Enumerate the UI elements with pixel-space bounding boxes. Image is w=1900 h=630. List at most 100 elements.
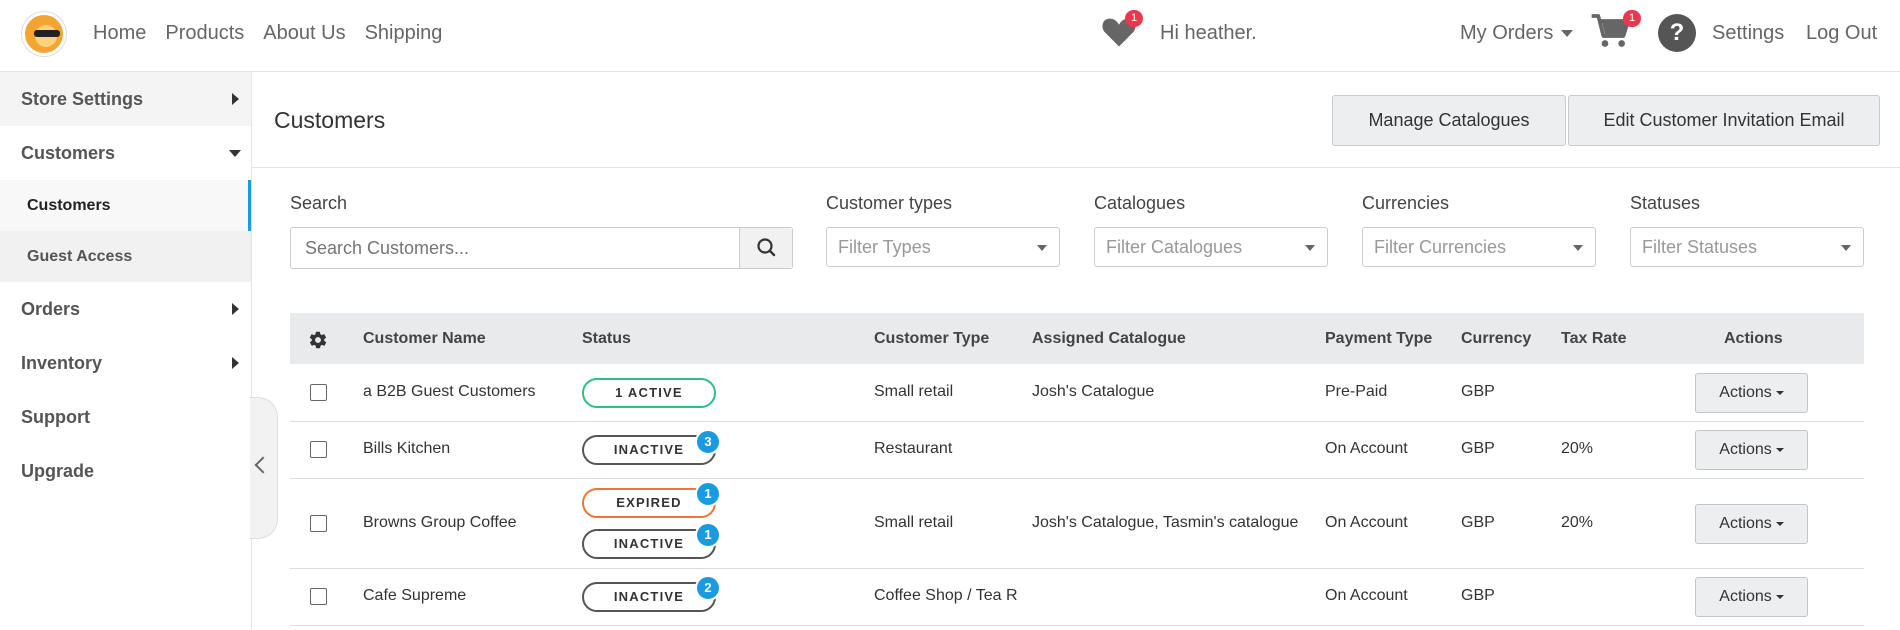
cart-icon[interactable]: 1: [1590, 10, 1641, 52]
col-header-payment-type[interactable]: Payment Type: [1325, 313, 1432, 364]
header-divider: [252, 167, 1900, 168]
chevron-down-icon: [1841, 245, 1851, 251]
nav-shipping-link[interactable]: Shipping: [365, 22, 443, 45]
edit-invitation-email-button[interactable]: Edit Customer Invitation Email: [1568, 95, 1880, 146]
main-nav: Home Products About Us Shipping: [93, 22, 442, 45]
row-actions-label: Actions: [1719, 384, 1772, 401]
payment-type-cell: On Account: [1325, 514, 1408, 531]
col-header-currency[interactable]: Currency: [1461, 313, 1531, 364]
sidebar-item-inventory[interactable]: Inventory: [0, 336, 251, 390]
wishlist-heart-icon[interactable]: 1: [1100, 10, 1143, 50]
assigned-catalogue-cell: Josh's Catalogue: [1032, 383, 1155, 400]
nav-products-link[interactable]: Products: [165, 22, 244, 45]
sidebar-subitem-guest-access[interactable]: Guest Access: [0, 231, 251, 282]
chevron-down-icon: [1305, 245, 1315, 251]
payment-type-cell: Pre-Paid: [1325, 383, 1388, 400]
sidebar-collapse-toggle[interactable]: [250, 397, 278, 539]
currency-cell: GBP: [1461, 514, 1495, 531]
chevron-right-icon: [232, 93, 239, 105]
table-header: Customer Name Status Customer Type Assig…: [290, 313, 1864, 364]
nav-about-link[interactable]: About Us: [263, 22, 345, 45]
customer-types-label: Customer types: [826, 193, 953, 213]
logout-link[interactable]: Log Out: [1806, 22, 1877, 45]
status-count-badge: 1: [695, 481, 721, 507]
col-header-customer-name[interactable]: Customer Name: [363, 313, 486, 364]
sidebar-item-upgrade[interactable]: Upgrade: [0, 444, 251, 498]
chevron-right-icon: [232, 357, 239, 369]
customer-name-cell[interactable]: Browns Group Coffee: [363, 514, 517, 532]
currency-cell: GBP: [1461, 440, 1495, 457]
statuses-label: Statuses: [1630, 193, 1701, 213]
table-row: Cafe Supreme INACTIVE 2 Coffee Shop / Te…: [290, 569, 1864, 626]
row-checkbox[interactable]: [310, 588, 327, 605]
table-row: Bills Kitchen INACTIVE 3 Restaurant On A…: [290, 422, 1864, 479]
tax-rate-cell: 20%: [1561, 514, 1594, 531]
page-title: Customers: [274, 107, 386, 133]
row-checkbox[interactable]: [310, 515, 327, 532]
customer-type-cell: Restaurant: [874, 440, 953, 457]
chevron-down-icon: [1037, 245, 1047, 251]
currencies-select[interactable]: Filter Currencies: [1362, 227, 1596, 267]
my-orders-label: My Orders: [1460, 22, 1554, 44]
customer-name-cell[interactable]: a B2B Guest Customers: [363, 383, 536, 401]
status-badge: 1 ACTIVE: [582, 378, 716, 408]
row-actions-label: Actions: [1719, 588, 1772, 605]
sidebar-item-support[interactable]: Support: [0, 390, 251, 444]
catalogues-placeholder: Filter Catalogues: [1106, 237, 1243, 257]
sidebar-item-customers[interactable]: Customers: [0, 126, 251, 180]
search-button[interactable]: [739, 228, 792, 268]
nav-home-link[interactable]: Home: [93, 22, 146, 45]
chevron-down-icon: [1561, 30, 1574, 38]
currency-cell: GBP: [1461, 587, 1495, 604]
sidebar-item-orders[interactable]: Orders: [0, 282, 251, 336]
catalogues-label: Catalogues: [1094, 193, 1186, 213]
search-input[interactable]: [291, 228, 740, 268]
col-header-assigned-catalogue[interactable]: Assigned Catalogue: [1032, 313, 1186, 364]
settings-link[interactable]: Settings: [1712, 22, 1784, 45]
customer-type-cell: Coffee Shop / Tea R: [874, 587, 1018, 604]
assigned-catalogue-cell: Josh's Catalogue, Tasmin's catalogue: [1032, 514, 1299, 531]
cart-count-badge: 1: [1623, 10, 1641, 27]
help-icon[interactable]: ?: [1658, 14, 1696, 52]
wishlist-count-badge: 1: [1125, 10, 1143, 27]
currencies-label: Currencies: [1362, 193, 1450, 213]
sidebar-item-label: Store Settings: [21, 89, 144, 109]
status-count-badge: 3: [695, 429, 721, 455]
search-icon: [757, 238, 776, 257]
row-checkbox[interactable]: [310, 384, 327, 401]
customer-type-cell: Small retail: [874, 383, 954, 400]
row-actions-button[interactable]: Actions: [1695, 373, 1808, 413]
catalogues-select[interactable]: Filter Catalogues: [1094, 227, 1328, 267]
sidebar: Store Settings Customers Customers Guest…: [0, 72, 252, 630]
customer-types-placeholder: Filter Types: [838, 237, 931, 257]
chevron-down-icon: [1573, 245, 1583, 251]
row-actions-button[interactable]: Actions: [1695, 504, 1808, 544]
col-header-customer-type[interactable]: Customer Type: [874, 313, 989, 364]
my-orders-dropdown[interactable]: My Orders: [1460, 22, 1574, 45]
statuses-select[interactable]: Filter Statuses: [1630, 227, 1864, 267]
customer-name-cell[interactable]: Bills Kitchen: [363, 440, 450, 458]
customer-types-select[interactable]: Filter Types: [826, 227, 1060, 267]
search-label: Search: [290, 193, 348, 213]
col-header-status[interactable]: Status: [582, 313, 631, 364]
payment-type-cell: On Account: [1325, 587, 1408, 604]
store-logo[interactable]: [22, 12, 66, 56]
customer-type-cell: Small retail: [874, 514, 954, 531]
currencies-placeholder: Filter Currencies: [1374, 237, 1507, 257]
col-header-tax-rate[interactable]: Tax Rate: [1561, 313, 1627, 364]
sidebar-subitem-customers[interactable]: Customers: [0, 180, 251, 231]
chevron-right-icon: [232, 303, 239, 315]
row-checkbox[interactable]: [310, 441, 327, 458]
row-actions-label: Actions: [1719, 441, 1772, 458]
table-row: a B2B Guest Customers 1 ACTIVE Small ret…: [290, 364, 1864, 422]
customer-name-cell[interactable]: Cafe Supreme: [363, 587, 466, 605]
statuses-placeholder: Filter Statuses: [1642, 237, 1758, 257]
row-actions-button[interactable]: Actions: [1695, 577, 1808, 617]
gear-icon[interactable]: [308, 330, 328, 350]
row-actions-button[interactable]: Actions: [1695, 430, 1808, 470]
status-count-badge: 1: [695, 522, 721, 548]
manage-catalogues-button[interactable]: Manage Catalogues: [1332, 95, 1566, 146]
sidebar-item-store-settings[interactable]: Store Settings: [0, 72, 251, 126]
col-header-actions: Actions: [1724, 330, 1783, 347]
status-count-badge: 2: [695, 575, 721, 601]
